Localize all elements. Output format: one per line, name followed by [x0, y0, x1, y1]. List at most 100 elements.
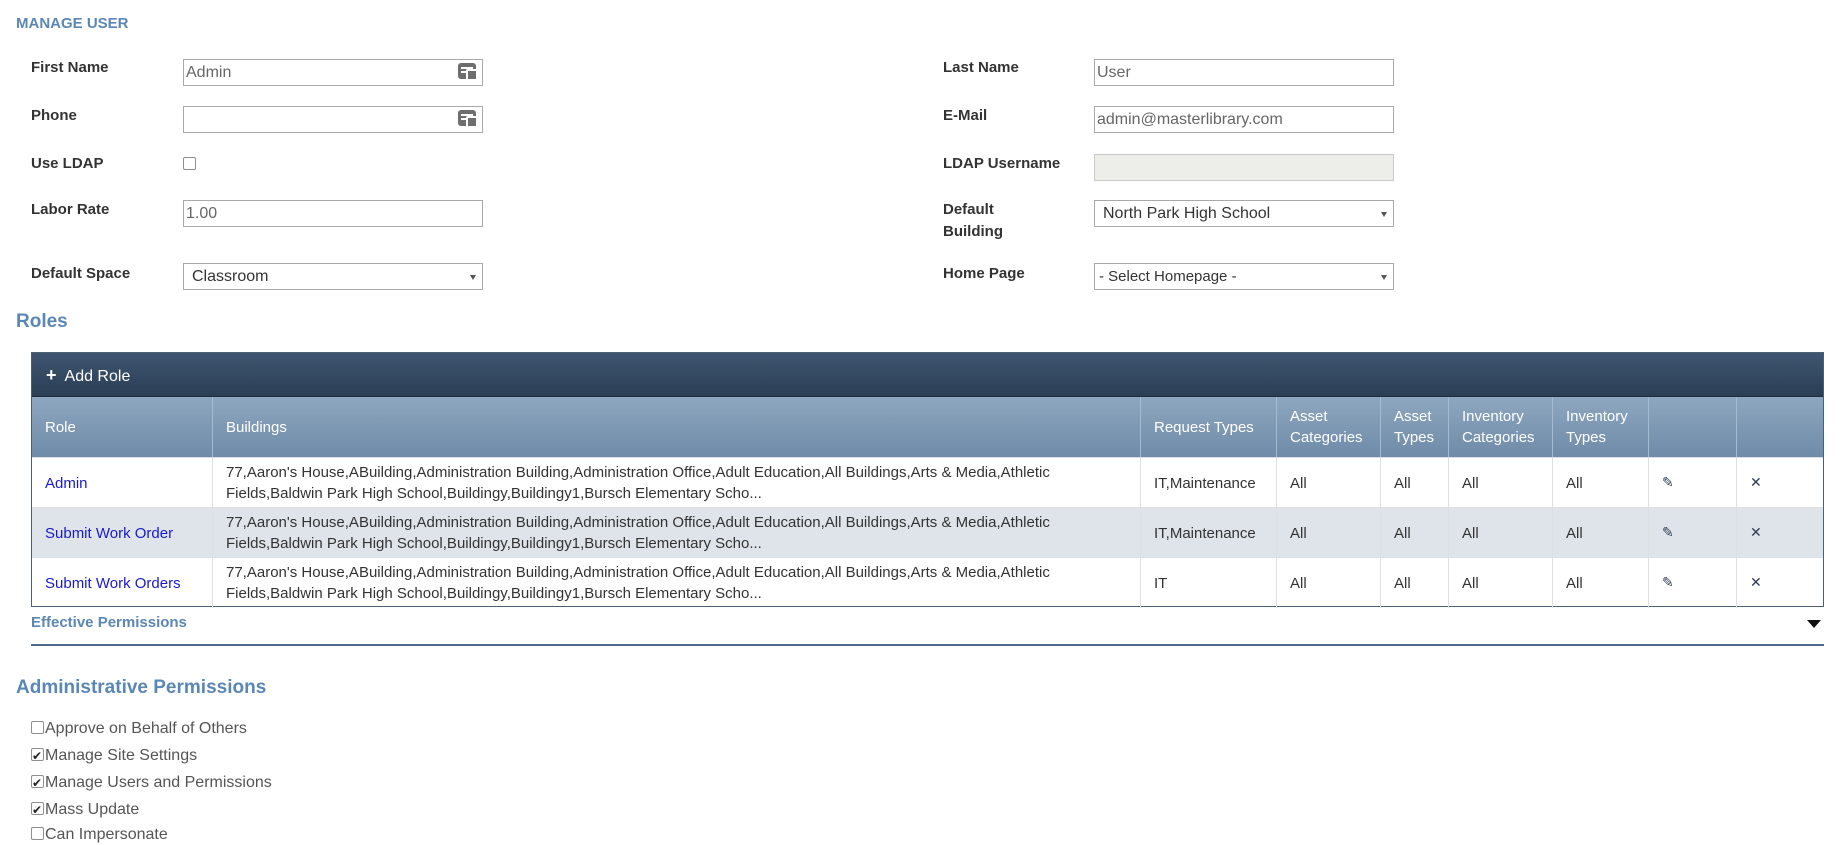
add-role-label: Add Role	[64, 368, 131, 385]
asset-categories-cell: All	[1277, 458, 1381, 508]
last-name-input[interactable]	[1094, 59, 1394, 86]
labor-rate-input[interactable]	[183, 200, 483, 227]
column-header-asset-types[interactable]: Asset Types	[1381, 397, 1449, 457]
email-label: E-Mail	[943, 107, 988, 124]
edit-cell: ✎	[1649, 558, 1737, 608]
delete-x-icon[interactable]: ✕	[1750, 573, 1762, 594]
roles-grid-header: Role Buildings Request Types Asset Catego…	[32, 397, 1823, 457]
permission-label: Manage Site Settings	[45, 747, 198, 764]
can-impersonate-checkbox[interactable]	[31, 827, 44, 840]
approve-on-behalf-checkbox[interactable]	[31, 721, 44, 734]
role-link[interactable]: Submit Work Order	[32, 508, 213, 558]
ldap-username-input	[1094, 154, 1394, 181]
email-input[interactable]	[1094, 106, 1394, 133]
home-page-select[interactable]: - Select Homepage -	[1094, 263, 1394, 290]
default-building-select[interactable]: North Park High School	[1094, 200, 1394, 227]
ldap-username-label: LDAP Username	[943, 155, 1061, 172]
home-page-value: - Select Homepage -	[1099, 268, 1237, 285]
inventory-categories-cell: All	[1449, 558, 1553, 608]
caret-down-icon[interactable]	[1807, 620, 1821, 628]
mass-update-checkbox[interactable]	[31, 800, 44, 820]
default-space-select[interactable]: Classroom	[183, 263, 483, 290]
pencil-icon[interactable]: ✎	[1662, 473, 1674, 494]
permission-label: Manage Users and Permissions	[45, 774, 272, 791]
roles-toolbar: + Add Role	[32, 353, 1823, 397]
chevron-down-icon	[1381, 275, 1387, 280]
chevron-down-icon	[470, 275, 476, 280]
table-row: Submit Work Orders 77,Aaron's House,ABui…	[32, 557, 1825, 608]
add-role-button[interactable]: + Add Role	[46, 353, 130, 399]
delete-cell: ✕	[1737, 508, 1825, 558]
manage-users-checkbox[interactable]	[31, 773, 44, 793]
permission-item[interactable]: Manage Site Settings	[31, 746, 197, 766]
pencil-icon[interactable]: ✎	[1662, 573, 1674, 594]
home-page-label: Home Page	[943, 265, 1025, 282]
table-row: Admin 77,Aaron's House,ABuilding,Adminis…	[32, 457, 1825, 508]
labor-rate-label: Labor Rate	[31, 201, 110, 218]
use-ldap-label: Use LDAP	[31, 155, 104, 172]
request-types-cell: IT,Maintenance	[1141, 458, 1277, 508]
chevron-down-icon	[1381, 212, 1387, 217]
column-header-edit	[1649, 397, 1737, 457]
default-space-label: Default Space	[31, 265, 131, 282]
column-header-asset-categories[interactable]: Asset Categories	[1277, 397, 1381, 457]
phone-label: Phone	[31, 107, 77, 124]
roles-grid: + Add Role Role Buildings Request Types A…	[31, 352, 1825, 608]
default-building-label-line1: Default	[943, 201, 994, 218]
admin-permissions-title: Administrative Permissions	[16, 677, 267, 698]
default-building-label-line2: Building	[943, 223, 1003, 240]
inventory-categories-cell: All	[1449, 458, 1553, 508]
phone-input[interactable]	[183, 106, 483, 133]
plus-icon: +	[46, 365, 57, 385]
asset-categories-cell: All	[1277, 558, 1381, 608]
permission-label: Approve on Behalf of Others	[45, 720, 247, 737]
contact-card-icon[interactable]	[458, 63, 478, 81]
buildings-cell: 77,Aaron's House,ABuilding,Administratio…	[213, 458, 1141, 508]
role-link[interactable]: Admin	[32, 458, 213, 508]
column-header-buildings[interactable]: Buildings	[213, 397, 1141, 457]
edit-cell: ✎	[1649, 458, 1737, 508]
default-space-value: Classroom	[192, 268, 269, 285]
column-header-delete	[1737, 397, 1825, 457]
column-header-inventory-types[interactable]: Inventory Types	[1553, 397, 1649, 457]
default-building-label: Default Building	[943, 199, 1003, 243]
inventory-types-cell: All	[1553, 508, 1649, 558]
asset-types-cell: All	[1381, 558, 1449, 608]
permission-item[interactable]: Can Impersonate	[31, 825, 168, 845]
page-title: MANAGE USER	[16, 15, 129, 32]
first-name-input[interactable]	[183, 59, 483, 86]
permission-label: Can Impersonate	[45, 826, 168, 843]
first-name-label: First Name	[31, 59, 109, 76]
request-types-cell: IT,Maintenance	[1141, 508, 1277, 558]
delete-cell: ✕	[1737, 458, 1825, 508]
permission-label: Mass Update	[45, 801, 140, 818]
buildings-cell: 77,Aaron's House,ABuilding,Administratio…	[213, 508, 1141, 558]
asset-categories-cell: All	[1277, 508, 1381, 558]
edit-cell: ✎	[1649, 508, 1737, 558]
asset-types-cell: All	[1381, 458, 1449, 508]
effective-permissions-toggle[interactable]: Effective Permissions	[31, 614, 187, 631]
inventory-types-cell: All	[1553, 458, 1649, 508]
last-name-label: Last Name	[943, 59, 1019, 76]
buildings-cell: 77,Aaron's House,ABuilding,Administratio…	[213, 558, 1141, 608]
manage-site-settings-checkbox[interactable]	[31, 746, 44, 766]
permission-item[interactable]: Mass Update	[31, 800, 139, 820]
column-header-inventory-categories[interactable]: Inventory Categories	[1449, 397, 1553, 457]
column-header-request-types[interactable]: Request Types	[1141, 397, 1277, 457]
inventory-types-cell: All	[1553, 558, 1649, 608]
delete-x-icon[interactable]: ✕	[1750, 523, 1762, 544]
request-types-cell: IT	[1141, 558, 1277, 608]
role-link[interactable]: Submit Work Orders	[32, 558, 213, 608]
table-row: Submit Work Order 77,Aaron's House,ABuil…	[32, 507, 1825, 558]
column-header-role[interactable]: Role	[32, 397, 213, 457]
delete-x-icon[interactable]: ✕	[1750, 473, 1762, 494]
roles-title: Roles	[16, 311, 68, 332]
permission-item[interactable]: Manage Users and Permissions	[31, 773, 272, 793]
divider	[31, 644, 1824, 646]
pencil-icon[interactable]: ✎	[1662, 523, 1674, 544]
delete-cell: ✕	[1737, 558, 1825, 608]
inventory-categories-cell: All	[1449, 508, 1553, 558]
permission-item[interactable]: Approve on Behalf of Others	[31, 719, 247, 739]
contact-card-icon[interactable]	[458, 110, 478, 128]
use-ldap-checkbox[interactable]	[183, 157, 196, 170]
